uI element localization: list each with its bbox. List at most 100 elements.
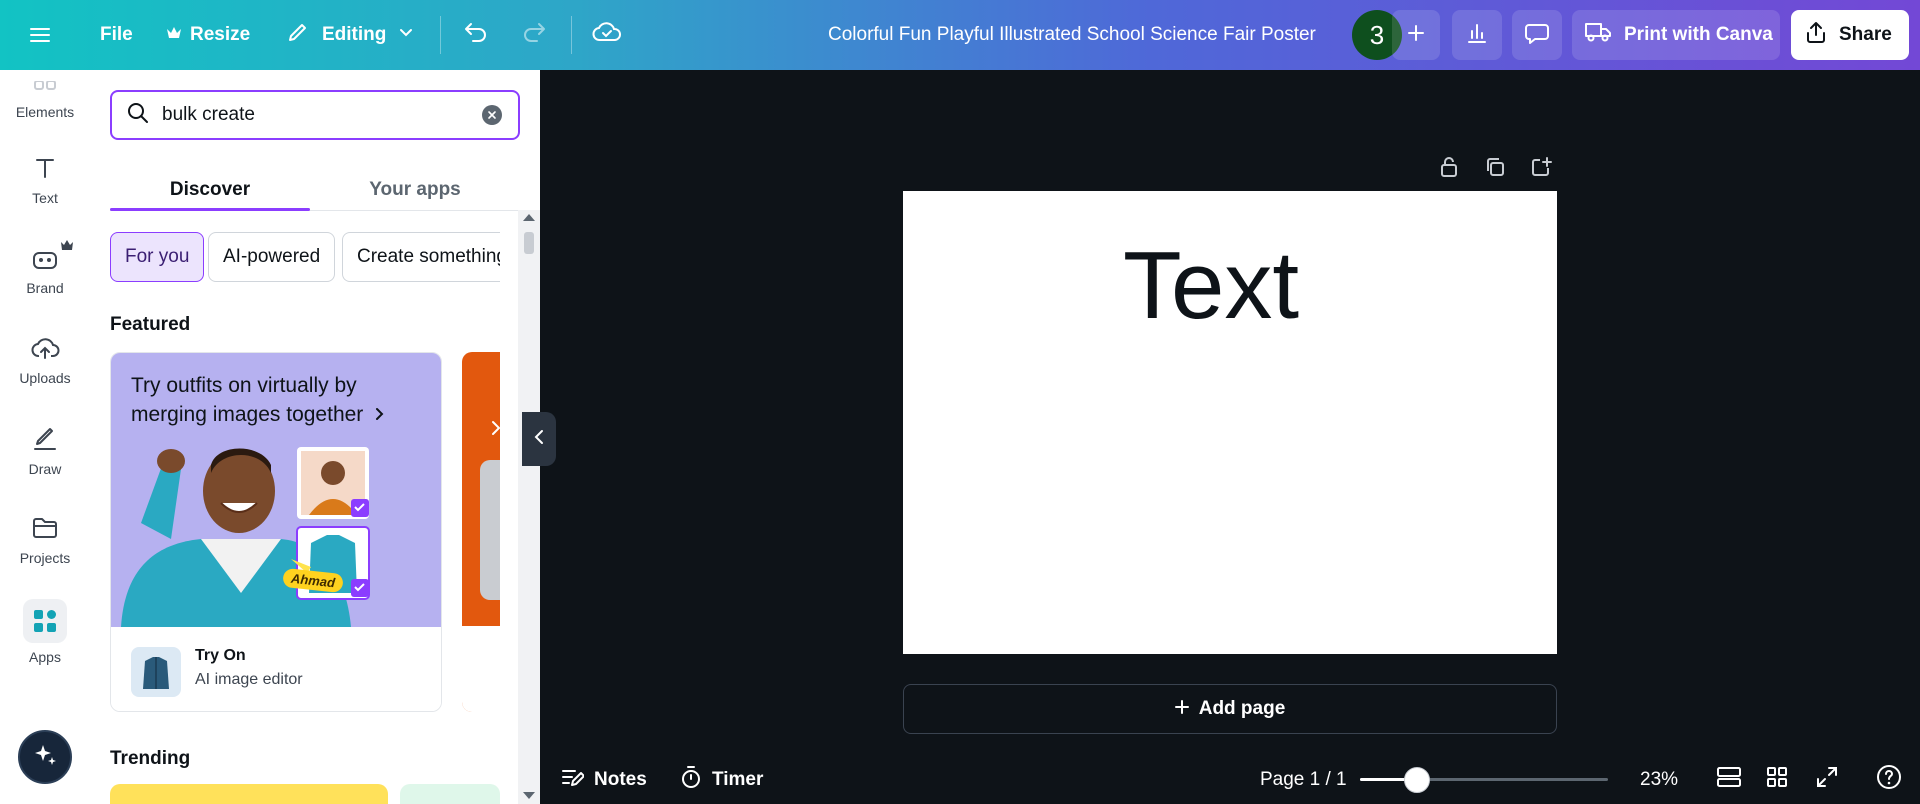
name-badge-text: Ahmad xyxy=(290,570,336,591)
chevron-right-icon xyxy=(491,420,501,441)
file-menu[interactable]: File xyxy=(90,12,143,58)
fullscreen-button[interactable] xyxy=(1816,760,1838,800)
rail-label: Draw xyxy=(28,460,62,477)
insights-button[interactable] xyxy=(1452,10,1502,60)
plus-icon xyxy=(1174,698,1189,720)
bar-chart-icon xyxy=(1465,21,1489,50)
grid-icon xyxy=(1766,766,1788,794)
rail-item-apps[interactable]: Apps xyxy=(0,592,90,672)
share-icon xyxy=(1805,20,1827,50)
collapse-panel-button[interactable] xyxy=(522,412,556,466)
document-title[interactable]: Colorful Fun Playful Illustrated School … xyxy=(828,0,1316,70)
page-indicator-text: Page 1 / 1 xyxy=(1260,769,1347,790)
chevron-down-icon xyxy=(398,24,414,46)
tab-discover[interactable]: Discover xyxy=(110,170,310,210)
grid-view-button[interactable] xyxy=(1766,760,1788,800)
page-text-element[interactable]: Text xyxy=(1123,231,1299,341)
notes-label: Notes xyxy=(594,769,647,790)
rail-label: Brand xyxy=(26,279,64,296)
crown-icon xyxy=(166,24,182,46)
carousel-next-button[interactable] xyxy=(484,418,508,442)
rail-label: Uploads xyxy=(19,369,71,386)
avatar-initial: 3 xyxy=(1369,19,1385,50)
editing-mode-dropdown[interactable]: Editing xyxy=(276,12,424,58)
help-button[interactable] xyxy=(1876,760,1902,800)
undo-button[interactable] xyxy=(462,0,490,70)
cloud-check-icon xyxy=(592,20,622,50)
add-page-icon[interactable] xyxy=(1524,152,1558,182)
share-label: Share xyxy=(1839,24,1892,45)
duplicate-page-icon[interactable] xyxy=(1478,152,1512,182)
trending-card[interactable] xyxy=(110,784,388,804)
rail-item-uploads[interactable]: Uploads xyxy=(0,320,90,400)
app-name: Try On xyxy=(195,647,246,664)
card-next-preview xyxy=(462,626,500,712)
chip-label: AI-powered xyxy=(223,246,321,267)
card-next-letter xyxy=(480,460,500,600)
rail-item-elements[interactable]: Elements xyxy=(0,60,90,140)
clear-search-icon[interactable] xyxy=(482,105,502,125)
shapes-icon xyxy=(32,79,58,98)
cloud-upload-icon xyxy=(30,335,60,364)
expand-icon xyxy=(1816,766,1838,794)
magic-assistant-button[interactable] xyxy=(18,730,72,784)
rail-label: Text xyxy=(32,189,58,206)
rail-item-text[interactable]: Text xyxy=(0,140,90,220)
rail-item-draw[interactable]: Draw xyxy=(0,410,90,490)
rail-label: Apps xyxy=(29,649,61,665)
filter-chip-ai-powered[interactable]: AI-powered xyxy=(208,232,336,282)
featured-app-card-next[interactable] xyxy=(462,352,500,712)
rail-item-brand[interactable]: Brand xyxy=(0,230,90,310)
redo-button[interactable] xyxy=(520,0,548,70)
card-illustration: Try outfits on virtually by merging imag… xyxy=(111,353,441,627)
zoom-slider-handle[interactable] xyxy=(1404,767,1431,793)
comments-button[interactable] xyxy=(1512,10,1562,60)
pages-view-button[interactable] xyxy=(1716,760,1742,800)
chip-label: For you xyxy=(125,246,190,267)
add-collaborator-button[interactable] xyxy=(1392,10,1440,60)
resize-button[interactable]: Resize xyxy=(156,12,260,58)
zoom-level-text: 23% xyxy=(1640,769,1679,790)
trending-card[interactable] xyxy=(400,784,500,804)
lock-icon[interactable] xyxy=(1432,152,1466,182)
print-with-canva-button[interactable]: Print with Canva xyxy=(1572,10,1780,60)
design-page[interactable]: Text xyxy=(903,191,1557,654)
add-page-label: Add page xyxy=(1198,698,1286,719)
resize-label: Resize xyxy=(190,24,251,45)
tab-your-apps[interactable]: Your apps xyxy=(315,170,515,210)
add-page-button[interactable]: Add page xyxy=(903,684,1557,734)
redo-icon xyxy=(520,20,548,50)
page-indicator[interactable]: Page 1 / 1 xyxy=(1260,760,1347,800)
featured-app-card[interactable]: Try outfits on virtually by merging imag… xyxy=(110,352,442,712)
active-tab-indicator xyxy=(110,208,310,211)
share-button[interactable]: Share xyxy=(1791,10,1909,60)
search-box[interactable] xyxy=(110,90,520,140)
page-toolbar xyxy=(1432,152,1558,182)
apps-panel: Discover Your apps For you AI-powered Cr… xyxy=(90,70,540,804)
cloud-save-status[interactable] xyxy=(592,0,622,70)
rail-label: Elements xyxy=(15,103,75,120)
scroll-up-arrow[interactable] xyxy=(523,214,535,221)
filter-chip-create-something[interactable]: Create something xyxy=(342,232,500,282)
notes-icon xyxy=(560,766,585,794)
undo-icon xyxy=(462,20,490,50)
scroll-down-arrow[interactable] xyxy=(523,792,535,799)
zoom-level[interactable]: 23% xyxy=(1640,760,1678,800)
scrollbar-thumb[interactable] xyxy=(524,232,534,254)
timer-button[interactable]: Timer xyxy=(680,760,763,800)
file-label: File xyxy=(100,24,133,45)
rail-label: Projects xyxy=(19,549,71,566)
card-headline-text: Try outfits on virtually by merging imag… xyxy=(131,374,364,426)
filter-chip-for-you[interactable]: For you xyxy=(110,232,205,282)
chevron-left-icon xyxy=(534,429,544,450)
document-title-text: Colorful Fun Playful Illustrated School … xyxy=(828,24,1316,45)
notes-button[interactable]: Notes xyxy=(560,760,647,800)
top-bar: File Resize Editing Colorful Fun Playful… xyxy=(0,0,1920,70)
rail-item-projects[interactable]: Projects xyxy=(0,500,90,580)
search-input[interactable] xyxy=(162,104,462,126)
panel-scrollbar[interactable] xyxy=(518,210,540,804)
card-headline: Try outfits on virtually by merging imag… xyxy=(131,371,421,429)
timer-label: Timer xyxy=(712,769,764,790)
page-layout-icon xyxy=(1716,766,1742,794)
sparkle-icon xyxy=(32,742,58,773)
